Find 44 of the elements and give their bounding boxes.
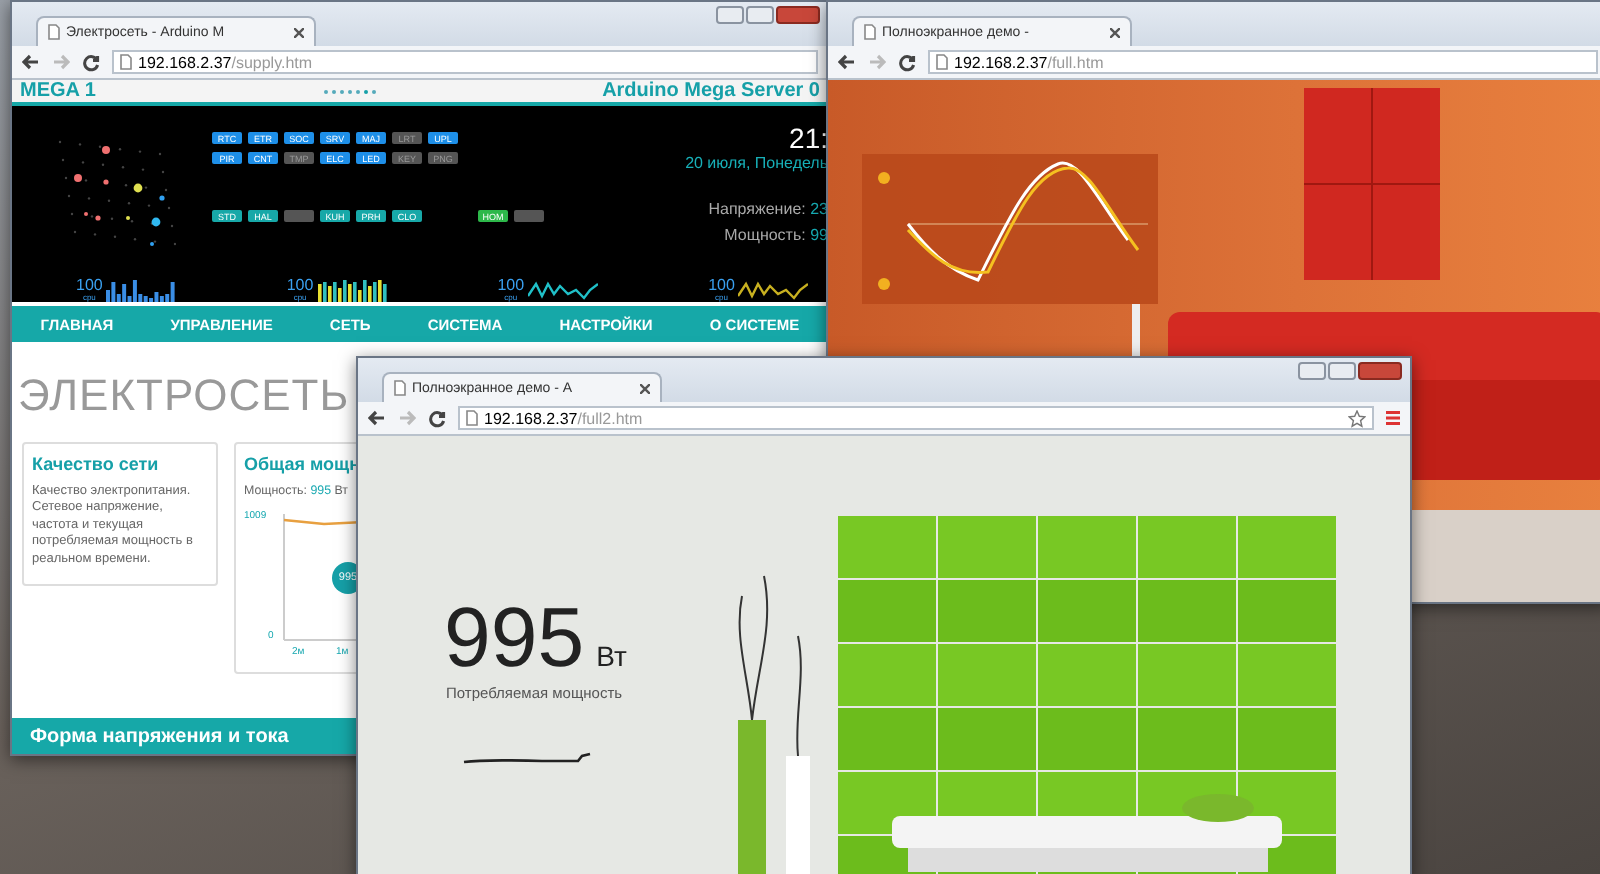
star-icon[interactable] [1348, 409, 1366, 427]
page-title: ЭЛЕКТРОСЕТЬ [18, 370, 350, 422]
power-sparkline [462, 750, 594, 766]
page-icon [936, 54, 948, 70]
back-icon[interactable] [22, 54, 40, 70]
power-reading: 995 [444, 604, 585, 672]
back-icon[interactable] [368, 410, 386, 426]
address-field[interactable]: 192.168.2.37/full.htm [928, 50, 1598, 74]
minimize-button[interactable] [1298, 362, 1326, 380]
page-icon [48, 24, 60, 40]
close-button[interactable] [1358, 362, 1402, 380]
address-field[interactable]: 192.168.2.37/supply.htm [112, 50, 818, 74]
page-icon [466, 410, 478, 426]
forward-icon[interactable] [398, 410, 416, 426]
cpu-value: 100 [286, 278, 314, 294]
forward-icon[interactable] [52, 54, 70, 70]
maximize-button[interactable] [746, 6, 774, 24]
page-icon [864, 24, 876, 40]
site-title: Arduino Mega Server 0 [602, 80, 820, 102]
close-button[interactable] [776, 6, 820, 24]
close-icon[interactable] [1110, 27, 1120, 37]
cpu-value: 100 [497, 278, 525, 294]
reload-icon[interactable] [898, 53, 916, 71]
reading-label: Напряжение: [708, 200, 808, 218]
close-icon[interactable] [640, 383, 650, 393]
page-icon [394, 380, 406, 396]
reading-label: Мощность: [724, 226, 808, 244]
date-text: 20 июля, Понедель [685, 154, 828, 172]
cpu-value: 100 [708, 278, 735, 294]
close-icon[interactable] [294, 27, 304, 37]
minimize-button[interactable] [716, 6, 744, 24]
address-field[interactable]: 192.168.2.37/full2.htm [458, 406, 1374, 430]
back-icon[interactable] [838, 54, 856, 70]
page-icon [120, 54, 132, 70]
forward-icon[interactable] [868, 54, 886, 70]
menu-icon[interactable] [1386, 410, 1400, 426]
maximize-button[interactable] [1328, 362, 1356, 380]
reload-icon[interactable] [82, 53, 100, 71]
cpu-value: 100 [76, 278, 103, 294]
card-title: Качество сети [32, 454, 161, 474]
power-unit: Вт [596, 642, 627, 670]
reload-icon[interactable] [428, 409, 446, 427]
site-name: MEGA 1 [20, 80, 96, 102]
clock-time: 21: [789, 122, 828, 154]
